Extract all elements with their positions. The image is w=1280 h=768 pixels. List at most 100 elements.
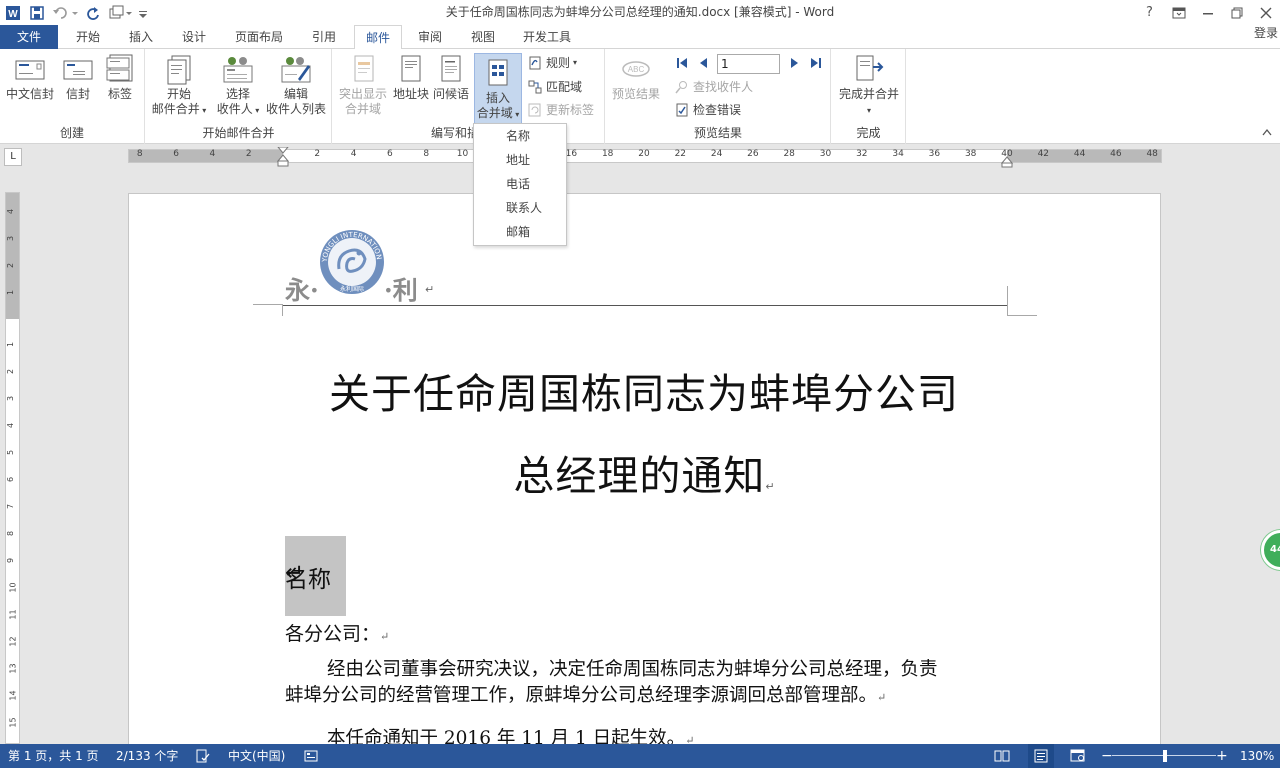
insert-merge-field-label-1: 插入 xyxy=(485,91,510,105)
window-title: 关于任命周国栋同志为蚌埠分公司总经理的通知.docx [兼容模式] - Word xyxy=(445,5,835,19)
find-recipient-button[interactable]: 查找收件人 xyxy=(674,77,753,97)
save-icon[interactable] xyxy=(26,2,48,24)
dropdown-item-contact[interactable]: 联系人 xyxy=(475,196,565,220)
tab-insert[interactable]: 插入 xyxy=(123,25,159,49)
chinese-envelope-button[interactable]: 中文信封 xyxy=(4,53,56,102)
tab-selector[interactable]: L xyxy=(4,148,22,166)
floating-assistant-badge[interactable]: 44 xyxy=(1261,530,1280,570)
redo-icon[interactable] xyxy=(82,2,104,24)
salutation: 各分公司：↵ xyxy=(285,619,389,646)
status-word-count[interactable]: 2/133 个字 xyxy=(116,744,178,768)
match-fields-button[interactable]: 匹配域 xyxy=(527,77,582,97)
dropdown-item-phone[interactable]: 电话 xyxy=(475,172,565,196)
paragraph-mark: ↵ xyxy=(877,691,887,704)
highlight-merge-fields-button[interactable]: 突出显示 合并域 xyxy=(335,53,391,117)
ruler-number: 34 xyxy=(892,149,904,159)
vruler-number: 15 xyxy=(8,717,18,728)
status-page-count[interactable]: 第 1 页，共 1 页 xyxy=(8,744,99,768)
zoom-slider-thumb[interactable] xyxy=(1163,750,1167,762)
tab-review[interactable]: 审阅 xyxy=(412,25,448,49)
ribbon-mailings: 中文信封 信封 标签 创建 开始 邮件合并 ▾ 选择 收件人 ▾ 编辑 收件人列… xyxy=(0,49,1280,144)
edit-recipient-list-button[interactable]: 编辑 收件人列表 xyxy=(263,53,329,117)
document-page[interactable]: 永· ·利 YONGLI INTERNATIONAL 永利国际 ↵ 关于任命周国… xyxy=(128,193,1161,753)
sign-in-link[interactable]: 登录 xyxy=(1254,25,1280,41)
merge-field-name[interactable]: 名称 ↵ xyxy=(285,536,346,616)
labels-icon xyxy=(106,54,133,82)
dropdown-item-name[interactable]: 名称 xyxy=(475,124,565,148)
ribbon-display-options-icon[interactable] xyxy=(1164,0,1193,25)
envelopes-label: 信封 xyxy=(65,87,90,101)
dropdown-item-email[interactable]: 邮箱 xyxy=(475,220,565,244)
greeting-line-label: 问候语 xyxy=(432,87,469,101)
print-preview-icon[interactable] xyxy=(106,2,134,24)
document-title-line-2: 总经理的通知↵ xyxy=(279,442,1009,502)
horizontal-ruler[interactable]: 8642246810121416182022242628303234363840… xyxy=(128,147,1162,168)
zoom-out-button[interactable]: − xyxy=(1101,744,1113,768)
tab-references[interactable]: 引用 xyxy=(306,25,342,49)
greeting-line-button[interactable]: 问候语 xyxy=(431,53,471,102)
match-fields-icon xyxy=(527,79,543,95)
close-icon[interactable] xyxy=(1251,0,1280,25)
minimize-icon[interactable] xyxy=(1193,0,1222,25)
word-window: W 关于任命周国栋同志为蚌埠分公司总经理的通知.docx [兼容模式] - Wo… xyxy=(0,0,1280,768)
tab-view[interactable]: 视图 xyxy=(465,25,501,49)
previous-record-button[interactable] xyxy=(696,53,715,73)
envelopes-button[interactable]: 信封 xyxy=(60,53,96,102)
last-record-button[interactable] xyxy=(808,53,827,73)
word-app-icon[interactable]: W xyxy=(2,2,24,24)
ruler-number: 26 xyxy=(747,149,759,159)
restore-icon[interactable] xyxy=(1222,0,1251,25)
collapse-ribbon-icon[interactable] xyxy=(1262,126,1272,139)
check-errors-label: 检查错误 xyxy=(693,103,742,117)
ribbon-tab-bar: 文件 开始 插入 设计 页面布局 引用 邮件 审阅 视图 开发工具 登录 xyxy=(0,25,1280,50)
macro-record-icon[interactable] xyxy=(304,744,318,768)
preview-results-button[interactable]: ABC 预览结果 xyxy=(608,53,664,102)
insert-merge-field-button[interactable]: 插入 合并域 ▾ xyxy=(474,53,522,124)
tab-developer[interactable]: 开发工具 xyxy=(518,25,576,49)
read-mode-icon[interactable] xyxy=(994,744,1010,768)
proofing-icon[interactable] xyxy=(196,744,210,768)
next-record-icon xyxy=(786,55,802,71)
logo-text-left: 永· xyxy=(285,276,319,305)
rules-label: 规则 xyxy=(546,56,571,70)
dropdown-item-address[interactable]: 地址 xyxy=(475,148,565,172)
print-layout-icon[interactable] xyxy=(1028,744,1054,768)
finish-merge-button[interactable]: 完成并合并 ▾ xyxy=(834,53,904,118)
rules-button[interactable]: 规则 ▾ xyxy=(527,53,577,73)
edit-recipient-list-label-1: 编辑 xyxy=(283,87,308,101)
tab-file[interactable]: 文件 xyxy=(0,25,58,49)
vruler-number: 8 xyxy=(6,530,16,537)
web-layout-icon[interactable] xyxy=(1070,744,1086,768)
help-button[interactable]: ? xyxy=(1135,0,1164,25)
status-language[interactable]: 中文(中国) xyxy=(228,744,285,768)
right-indent-marker-icon[interactable] xyxy=(1001,156,1013,168)
zoom-level[interactable]: 130% xyxy=(1240,744,1274,768)
ruler-number: 4 xyxy=(209,149,216,159)
labels-button[interactable]: 标签 xyxy=(102,53,138,102)
edit-recipient-list-label-2: 收件人列表 xyxy=(265,102,326,116)
indent-marker-icon[interactable] xyxy=(277,147,289,167)
zoom-in-button[interactable]: + xyxy=(1216,744,1228,768)
select-recipients-button[interactable]: 选择 收件人 ▾ xyxy=(210,53,266,118)
paragraph-mark: ↵ xyxy=(285,560,305,586)
start-mail-merge-button[interactable]: 开始 邮件合并 ▾ xyxy=(150,53,208,118)
logo-text-right: ·利 xyxy=(384,276,418,305)
vertical-ruler[interactable]: 4 3 2 1 1 2 3 4 5 6 7 8 9 10 11 12 13 14 15 xyxy=(5,192,20,744)
check-errors-button[interactable]: 检查错误 xyxy=(674,100,741,120)
update-labels-button[interactable]: 更新标签 xyxy=(527,100,594,120)
tab-design[interactable]: 设计 xyxy=(176,25,212,49)
next-record-button[interactable] xyxy=(786,53,805,73)
vruler-number: 3 xyxy=(6,395,16,402)
chinese-envelope-label: 中文信封 xyxy=(5,87,54,101)
address-block-button[interactable]: 地址块 xyxy=(391,53,431,102)
tab-mailings[interactable]: 邮件 xyxy=(354,25,402,50)
tab-page-layout[interactable]: 页面布局 xyxy=(230,25,288,49)
address-block-icon xyxy=(401,55,421,82)
customize-qat-icon[interactable] xyxy=(136,2,150,24)
undo-icon[interactable] xyxy=(50,2,80,24)
vruler-number: 12 xyxy=(8,636,18,647)
first-record-button[interactable] xyxy=(674,53,693,73)
vruler-number: 3 xyxy=(6,235,16,242)
tab-home[interactable]: 开始 xyxy=(70,25,106,49)
record-number-input[interactable]: 1 xyxy=(717,54,780,74)
